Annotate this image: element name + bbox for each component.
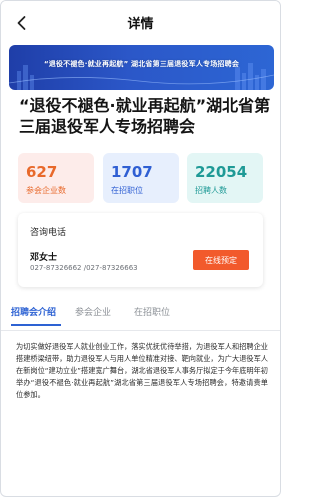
contact-name: 邓女士: [30, 253, 58, 263]
stat-label: 招聘人数: [195, 186, 227, 195]
top-nav-bar: 详情: [1, 1, 280, 45]
page-title: 详情: [127, 17, 154, 32]
book-online-button[interactable]: 在线预定: [193, 250, 249, 270]
tab-bar: 招聘会介绍 参会企业 在招职位: [9, 299, 274, 327]
event-heading: “退役不褪色·就业再起航”湖北省第三届退役军人专场招聘会: [19, 96, 271, 136]
contact-card: 咨询电话 邓女士 027-87326662 /027-87326663 在线预定: [18, 213, 263, 287]
stat-card-positions: 1707 在招职位: [103, 153, 179, 203]
app-frame: 详情 “退役不褪色·就业再起航” 湖北省第三届退役军人专场招聘会 “退役不褪色·…: [0, 0, 281, 497]
stat-card-hires: 22054 招聘人数: [187, 153, 263, 203]
stat-value: 22054: [195, 163, 248, 181]
tab-fair-intro[interactable]: 招聘会介绍: [11, 305, 56, 318]
stat-value: 627: [26, 163, 58, 181]
fair-intro-text: 为切实做好退役军人就业创业工作，落实优抚优待举措，为退役军人和招聘企业搭建桥梁纽…: [16, 342, 268, 399]
contact-title: 咨询电话: [30, 228, 67, 238]
stat-label: 参会企业数: [26, 186, 66, 195]
active-tab-indicator: [11, 324, 61, 326]
event-banner: “退役不褪色·就业再起航” 湖北省第三届退役军人专场招聘会: [9, 45, 274, 90]
tab-positions[interactable]: 在招职位: [134, 305, 170, 318]
stat-value: 1707: [111, 163, 153, 181]
contact-phone: 027-87326662 /027-87326663: [30, 264, 138, 272]
banner-text: “退役不褪色·就业再起航” 湖北省第三届退役军人专场招聘会: [43, 60, 240, 68]
tab-companies[interactable]: 参会企业: [75, 305, 111, 318]
stat-card-companies: 627 参会企业数: [18, 153, 94, 203]
divider: [1, 330, 280, 331]
stat-label: 在招职位: [111, 186, 143, 195]
